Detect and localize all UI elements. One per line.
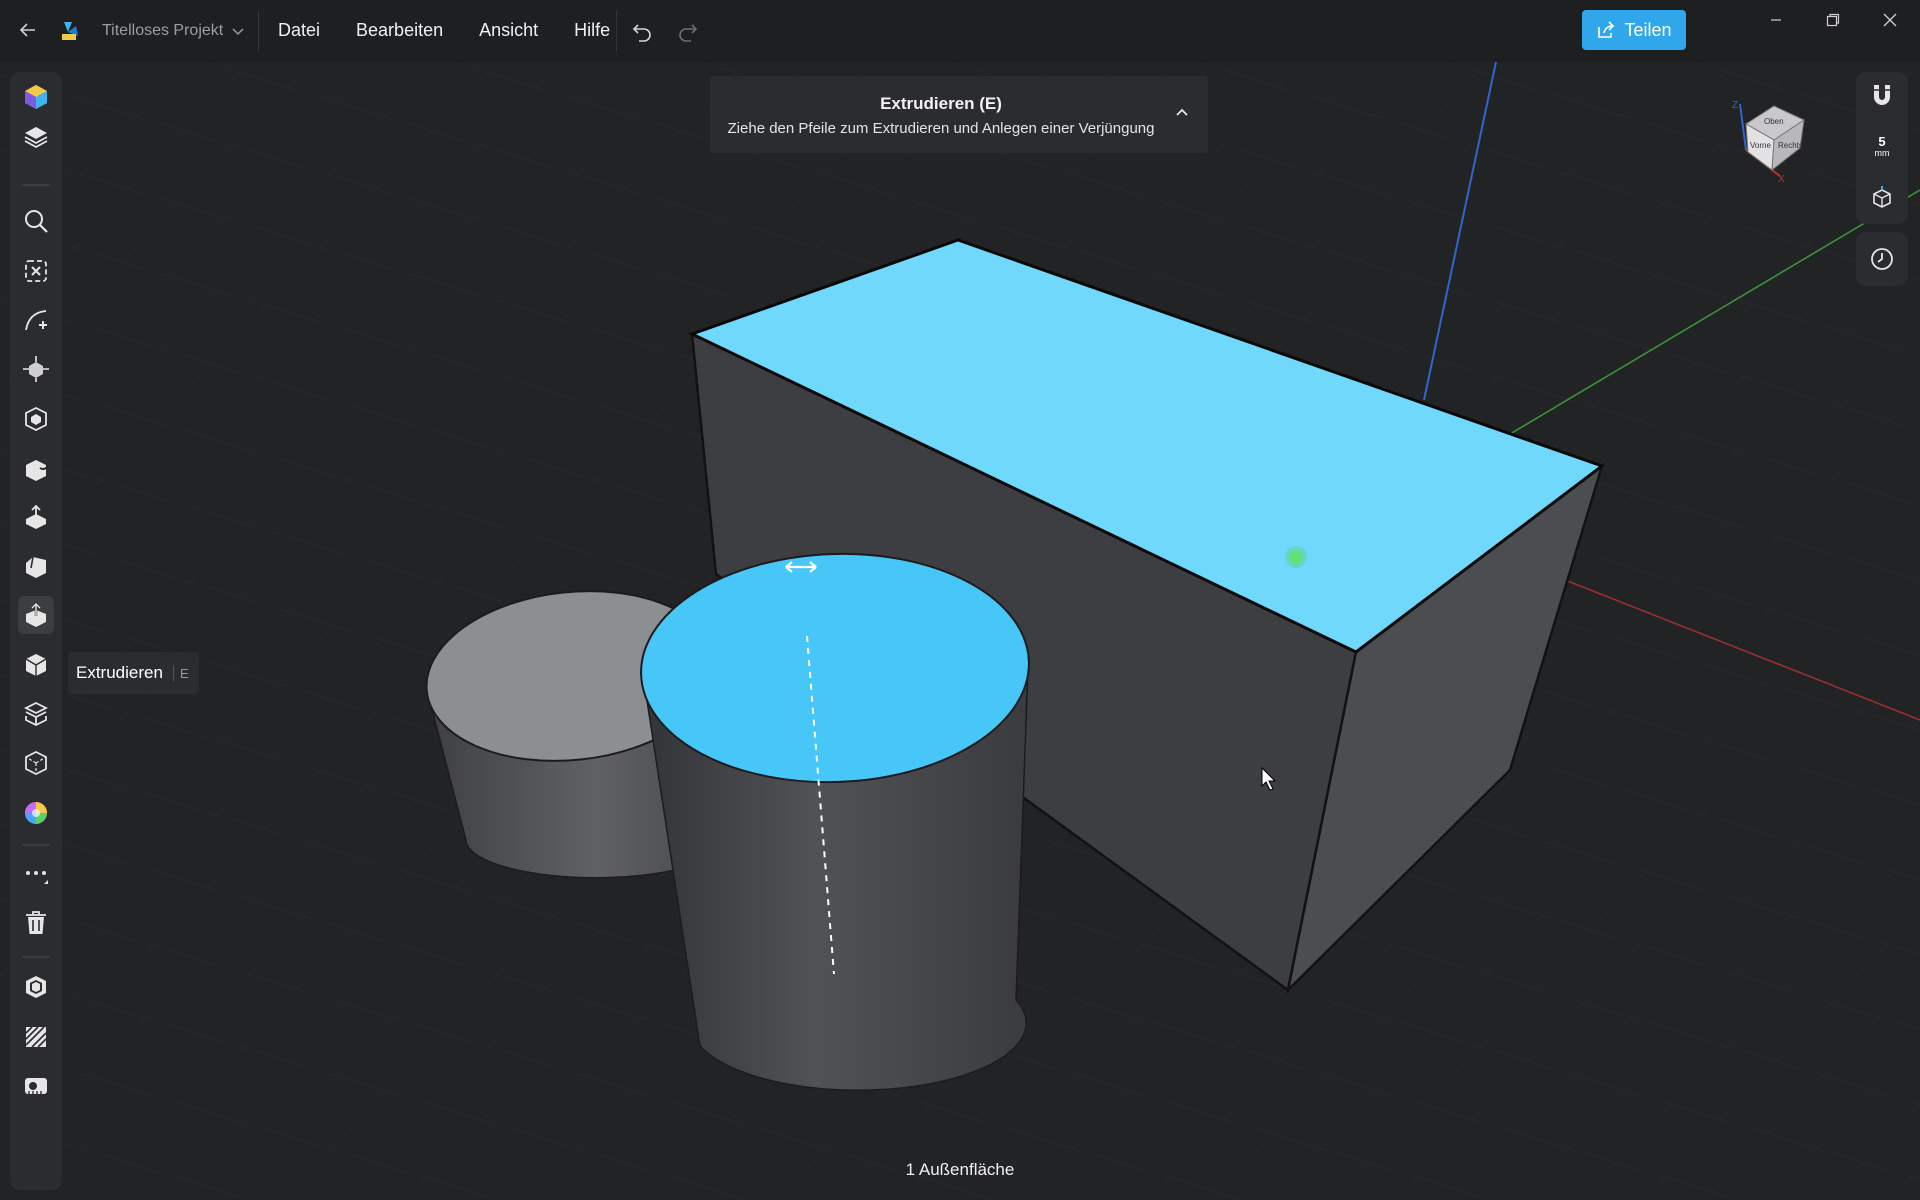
back-arrow-icon xyxy=(19,23,35,37)
nav-face-top: Oben xyxy=(1764,117,1784,126)
close-button[interactable] xyxy=(1862,0,1918,40)
extrude-handle-core xyxy=(1290,551,1302,563)
minimize-button[interactable] xyxy=(1748,0,1804,40)
back-button[interactable] xyxy=(14,16,42,44)
primitives-button[interactable] xyxy=(18,400,54,438)
solid-icon xyxy=(25,654,47,676)
selection-status: 1 Außenfläche xyxy=(905,1160,1015,1179)
render-button[interactable] xyxy=(18,968,54,1006)
share-label: Teilen xyxy=(1624,19,1672,40)
extrude-button[interactable] xyxy=(18,596,54,634)
more-icon xyxy=(26,871,48,884)
texture-icon xyxy=(25,1026,47,1048)
color-button[interactable] xyxy=(18,794,54,832)
undo-icon xyxy=(632,24,651,42)
texture-button[interactable] xyxy=(18,1018,54,1056)
push-pull-button[interactable] xyxy=(18,450,54,488)
color-icon xyxy=(25,802,47,824)
search-button[interactable] xyxy=(18,202,54,240)
project-name: Titelloses Projekt xyxy=(102,22,224,39)
grid-size-button[interactable]: 5 mm xyxy=(1864,128,1900,164)
deselect-button[interactable] xyxy=(18,252,54,290)
search-icon xyxy=(25,210,48,233)
view-cube-icon xyxy=(1873,186,1891,208)
grid-size-unit: mm xyxy=(1874,147,1890,158)
restore-icon xyxy=(1826,13,1840,27)
nav-face-front: Vorne xyxy=(1750,141,1771,150)
shell-icon xyxy=(25,750,47,776)
trash-icon xyxy=(26,911,46,934)
title-divider xyxy=(258,11,259,51)
offset-button[interactable] xyxy=(18,694,54,732)
redo-button[interactable] xyxy=(674,18,702,46)
magnet-icon xyxy=(1874,85,1890,105)
nav-axis-z: Z xyxy=(1732,100,1738,111)
chamfer-icon xyxy=(26,556,46,578)
history-button[interactable] xyxy=(1864,241,1900,277)
snap-button[interactable] xyxy=(1864,78,1900,114)
shell-button[interactable] xyxy=(18,744,54,782)
hint-description: Ziehe den Pfeile zum Extrudieren und Anl… xyxy=(727,120,1155,137)
materials-icon xyxy=(25,85,47,109)
sketch-icon xyxy=(25,310,47,331)
menu-hilfe[interactable]: Hilfe xyxy=(574,20,610,41)
left-toolbar xyxy=(10,72,62,1190)
menu-ansicht[interactable]: Ansicht xyxy=(479,20,538,41)
view-mode-button[interactable] xyxy=(1864,180,1900,216)
offset-icon xyxy=(23,701,49,726)
chevron-down-icon xyxy=(232,28,244,36)
push-pull-icon xyxy=(26,458,49,481)
tool-tooltip: Extrudieren E xyxy=(68,652,199,694)
extrude-icon xyxy=(26,602,46,627)
tooltip-label: Extrudieren xyxy=(76,663,163,682)
redo-icon xyxy=(679,24,698,42)
nav-face-right: Rechts xyxy=(1778,141,1803,150)
measure-button[interactable] xyxy=(18,1066,54,1104)
main-menu: Datei Bearbeiten Ansicht Hilfe xyxy=(278,20,646,41)
extrude-up-button[interactable] xyxy=(18,498,54,536)
extrude-up-icon xyxy=(26,504,46,529)
tooltip-shortcut: E xyxy=(172,665,189,681)
layers-button[interactable] xyxy=(18,118,54,156)
materials-button[interactable] xyxy=(18,78,54,116)
nav-axis-x: X xyxy=(1778,174,1785,185)
measure-icon xyxy=(25,1078,47,1094)
more-tools-button[interactable] xyxy=(18,854,54,892)
toolbar-divider xyxy=(22,184,50,186)
hint-title: Extrudieren (E) xyxy=(880,94,1002,113)
grid-size-value: 5 xyxy=(1878,133,1886,149)
solid-button[interactable] xyxy=(18,646,54,684)
undo-button[interactable] xyxy=(628,18,656,46)
menu-bearbeiten[interactable]: Bearbeiten xyxy=(356,20,443,41)
render-icon xyxy=(26,976,46,998)
app-logo xyxy=(58,20,82,42)
minimize-icon xyxy=(1771,19,1781,21)
chamfer-button[interactable] xyxy=(18,548,54,586)
menu-datei[interactable]: Datei xyxy=(278,20,320,41)
hint-collapse-button[interactable] xyxy=(1170,100,1194,124)
menu-divider xyxy=(616,11,617,51)
history-panel xyxy=(1856,232,1908,286)
move-button[interactable] xyxy=(18,350,54,388)
chevron-up-icon xyxy=(1176,108,1188,116)
share-button[interactable]: Teilen xyxy=(1582,10,1686,50)
sketch-button[interactable] xyxy=(18,302,54,340)
title-bar: Titelloses Projekt Datei Bearbeiten Ansi… xyxy=(0,0,1920,62)
toolbar-divider xyxy=(22,956,50,958)
share-icon xyxy=(1598,21,1615,38)
primitives-icon xyxy=(25,406,47,432)
project-selector[interactable]: Titelloses Projekt xyxy=(102,22,245,40)
close-icon xyxy=(1883,13,1897,27)
move-icon xyxy=(23,356,49,382)
delete-button[interactable] xyxy=(18,904,54,942)
right-toolbar: 5 mm xyxy=(1856,72,1908,224)
history-icon xyxy=(1871,248,1893,270)
deselect-icon xyxy=(25,260,47,282)
cylinder-front[interactable] xyxy=(637,547,1033,1092)
viewport-3d[interactable]: Z X Oben Vorne Rechts xyxy=(0,62,1920,1200)
maximize-button[interactable] xyxy=(1805,0,1861,40)
tool-hint-panel: Extrudieren (E) Ziehe den Pfeile zum Ext… xyxy=(710,76,1208,153)
layers-icon xyxy=(24,127,48,149)
toolbar-divider xyxy=(22,844,50,846)
